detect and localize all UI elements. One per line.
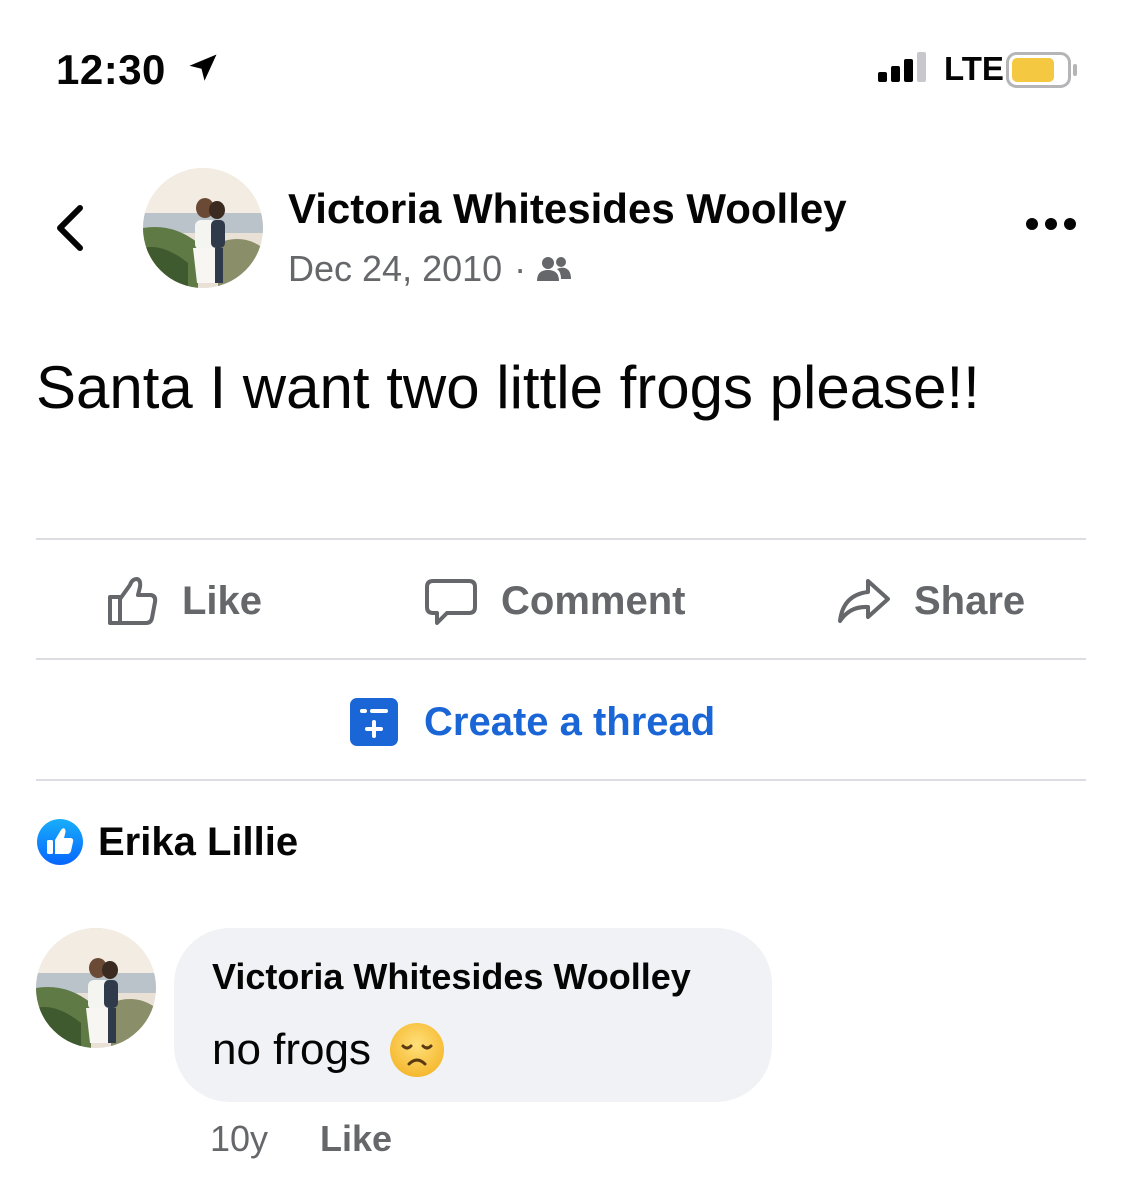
battery-icon [1006,52,1077,88]
divider [36,779,1086,781]
comment-author-name[interactable]: Victoria Whitesides Woolley [212,956,691,998]
location-arrow-icon [189,54,217,81]
friends-icon [537,257,572,281]
network-type: LTE [944,50,1004,87]
author-avatar[interactable] [143,168,263,288]
divider [36,658,1086,660]
chevron-left-icon[interactable] [50,200,90,256]
post-author-name[interactable]: Victoria Whitesides Woolley [288,185,847,233]
comment-icon [425,579,477,625]
status-bar: 12:30 LTE [0,0,1122,140]
comment-label: Comment [501,578,686,623]
comment-text-row: no frogs [212,1022,445,1078]
create-thread-button[interactable]: Create a thread [350,692,715,752]
share-label: Share [914,578,1026,623]
post-text: Santa I want two little frogs please!! [36,354,980,421]
status-time: 12:30 [56,46,166,93]
comment-button[interactable]: Comment [423,565,685,637]
post-date[interactable]: Dec 24, 2010 [288,248,502,290]
thumbs-up-icon [108,577,158,625]
comment-timestamp[interactable]: 10y [210,1118,268,1160]
create-thread-icon [350,698,398,746]
divider [36,538,1086,540]
comment-text: no frogs [212,1025,371,1074]
like-label: Like [182,578,263,623]
share-button[interactable]: Share [836,565,1025,637]
post-meta: Dec 24, 2010 · [288,248,572,290]
like-badge-icon [37,819,83,865]
reaction-summary[interactable]: Erika Lillie [36,818,298,866]
like-button[interactable]: Like [104,565,262,637]
more-horizontal-icon[interactable] [1024,214,1078,234]
comment-like-button[interactable]: Like [320,1118,392,1160]
comment-bubble[interactable]: Victoria Whitesides Woolley no frogs [174,928,772,1102]
avatar-photo [36,928,156,1048]
meta-separator: · [514,248,527,289]
disappointed-face-icon [389,1023,444,1077]
commenter-avatar[interactable] [36,928,156,1048]
reactor-name: Erika Lillie [98,819,299,864]
cellular-signal-icon [878,52,926,82]
avatar-photo [143,168,263,288]
create-thread-label: Create a thread [424,699,716,744]
share-icon [838,579,890,623]
